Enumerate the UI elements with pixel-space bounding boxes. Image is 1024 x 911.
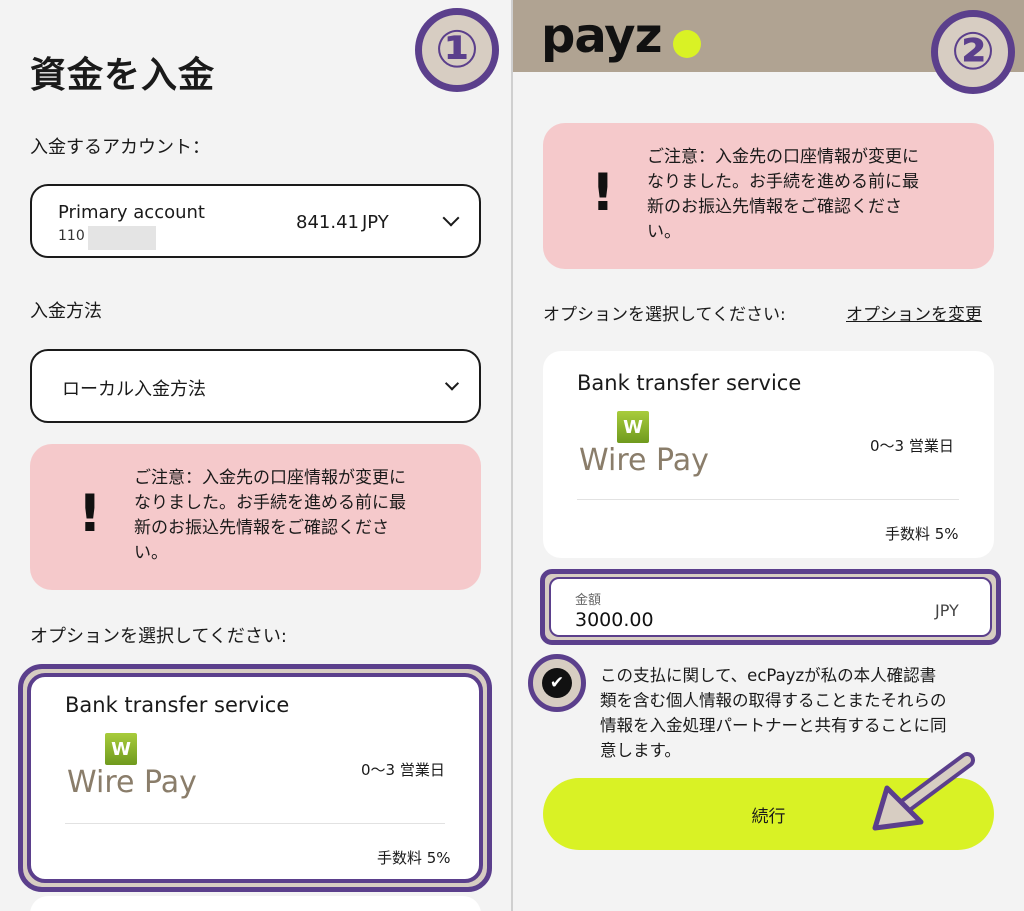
card-title: Bank transfer service (577, 371, 802, 395)
method-label: 入金方法 (30, 301, 102, 322)
alert-icon: ! (591, 163, 615, 223)
fee-text: 手数料 5% (377, 849, 451, 867)
chevron-down-icon (442, 209, 460, 227)
method-select[interactable]: ローカル入金方法 (30, 349, 481, 423)
processing-days: 0〜3 営業日 (870, 437, 954, 455)
change-option-link[interactable]: オプションを変更 (846, 300, 982, 325)
chevron-down-icon (444, 376, 460, 391)
wirepay-text: Wire Pay (579, 443, 709, 478)
step-badge-2: ② (931, 10, 1015, 94)
amount-currency: JPY (935, 601, 959, 620)
bank-transfer-card[interactable]: Bank transfer service W Wire Pay 0〜3 営業日… (27, 673, 483, 883)
alert-icon: ! (78, 484, 102, 544)
payz-logo-dot (673, 30, 701, 58)
notice-text: ご注意：入金先の口座情報が変更に なりました。お手続を進める前に最 新のお振込先… (647, 147, 919, 242)
amount-input[interactable]: 金額 3000.00 JPY (549, 577, 992, 637)
amount-label: 金額 (575, 593, 602, 608)
payz-logo: payz (541, 8, 662, 64)
right-screen: payz ! ご注意：入金先の口座情報が変更に なりました。お手続を進める前に最… (513, 0, 1024, 911)
options-label: オプションを選択してください: (543, 305, 786, 325)
account-number-mask (88, 226, 156, 250)
wirepay-icon: W (105, 733, 137, 765)
notice-text: ご注意：入金先の口座情報が変更に なりました。お手続を進める前に最 新のお振込先… (134, 468, 406, 563)
amount-value: 3000.00 (575, 609, 654, 631)
account-name: Primary account (58, 202, 205, 223)
card-title: Bank transfer service (65, 693, 290, 717)
account-label: 入金するアカウント： (30, 137, 210, 158)
next-card-peek (30, 896, 481, 911)
step-badge-1: ① (415, 8, 499, 92)
fee-text: 手数料 5% (885, 525, 959, 543)
method-value: ローカル入金方法 (62, 379, 206, 400)
left-screen: 資金を入金 入金するアカウント： Primary account 110 841… (0, 0, 511, 911)
wirepay-icon: W (617, 411, 649, 443)
account-number: 110 (58, 228, 85, 244)
account-balance: 841.41 (296, 212, 359, 233)
notice-box: ! ご注意：入金先の口座情報が変更に なりました。お手続を進める前に最 新のお振… (543, 123, 994, 269)
checkmark-icon: ✔ (542, 668, 572, 698)
account-select[interactable]: Primary account 110 841.41 JPY (30, 184, 481, 258)
notice-box: ! ご注意：入金先の口座情報が変更に なりました。お手続を進める前に最 新のお振… (30, 444, 481, 590)
card-divider (65, 823, 445, 824)
card-divider (577, 499, 959, 500)
bank-transfer-card[interactable]: Bank transfer service W Wire Pay 0〜3 営業日… (543, 351, 994, 558)
arrow-pointer-icon (872, 752, 975, 831)
consent-text: この支払に関して、ecPayzが私の本人確認書 類を含む個人情報の取得することま… (600, 666, 947, 760)
wirepay-text: Wire Pay (67, 765, 197, 800)
account-currency: JPY (362, 212, 389, 233)
page-title: 資金を入金 (30, 55, 216, 96)
processing-days: 0〜3 営業日 (361, 761, 445, 779)
consent-checkbox[interactable]: ✔ (528, 654, 586, 712)
options-label: オプションを選択してください: (30, 626, 287, 647)
